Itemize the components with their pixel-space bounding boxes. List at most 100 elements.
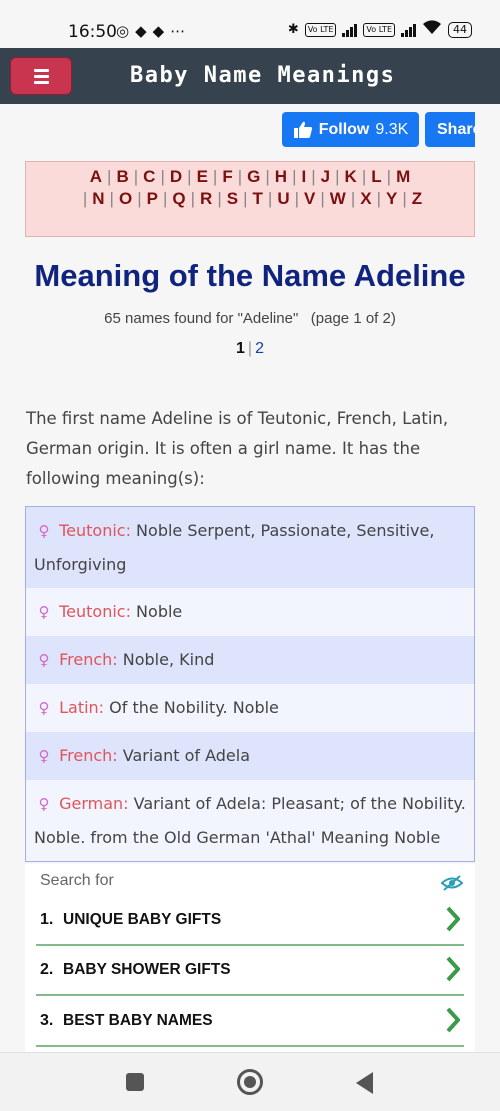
hamburger-menu-icon — [33, 68, 49, 72]
follow-label: Follow — [318, 120, 370, 138]
female-gender-icon: ♀ — [38, 603, 50, 621]
game-controller-icon: ◆ — [152, 22, 165, 40]
female-gender-icon: ♀ — [38, 522, 50, 540]
meaning-origin[interactable]: Teutonic: — [59, 521, 131, 540]
hide-eye-icon[interactable] — [441, 874, 463, 892]
alphabet-separator: | — [376, 189, 382, 208]
facebook-follow-button[interactable]: Follow 9.3K — [282, 112, 419, 147]
alphabet-link-l[interactable]: L — [371, 167, 381, 186]
more-dots-icon: ⋯ — [170, 22, 186, 40]
follow-count: 9.3K — [375, 120, 409, 138]
page-2-link[interactable]: 2 — [255, 340, 264, 357]
volte-badge: Vo LTE — [363, 22, 395, 37]
meanings-list: ♀ Teutonic: Noble Serpent, Passionate, S… — [25, 506, 475, 862]
alphabet-separator: | — [386, 167, 392, 186]
alphabet-link-k[interactable]: K — [345, 167, 357, 186]
meaning-row: ♀ French: Noble, Kind — [26, 636, 474, 684]
alphabet-link-y[interactable]: Y — [386, 189, 397, 208]
search-item-number: 1. — [40, 911, 54, 928]
alphabet-separator: | — [82, 189, 88, 208]
status-time: 16:50 — [68, 22, 117, 42]
bluetooth-icon: ✱ — [287, 22, 299, 37]
page-separator: | — [247, 340, 253, 357]
alphabet-separator: | — [109, 189, 114, 208]
chevron-right-icon — [446, 956, 460, 982]
search-for-label: Search for — [40, 872, 114, 889]
signal-icon — [401, 23, 416, 37]
android-nav-bar — [0, 1052, 500, 1111]
alphabet-link-c[interactable]: C — [143, 167, 155, 186]
alphabet-link-t[interactable]: T — [253, 189, 263, 208]
search-item-label: BABY SHOWER GIFTS — [63, 961, 231, 978]
meaning-row: ♀ Latin: Of the Nobility. Noble — [26, 684, 474, 732]
alphabet-link-n[interactable]: N — [92, 189, 104, 208]
back-button[interactable] — [356, 1072, 373, 1094]
meaning-text: Noble, Kind — [117, 650, 215, 669]
system-icons: ✱ Vo LTE Vo LTE 44 — [288, 20, 472, 39]
alphabet-separator: | — [133, 167, 139, 186]
site-title[interactable]: Baby Name Meanings — [130, 63, 395, 88]
alphabet-link-w[interactable]: W — [330, 189, 346, 208]
notification-icons: ◎ ◆ ◆ ⋯ — [116, 22, 185, 40]
search-item[interactable]: 2. BABY SHOWER GIFTS — [36, 946, 464, 996]
chevron-right-icon — [446, 906, 460, 932]
alphabet-link-s[interactable]: S — [227, 189, 238, 208]
alphabet-link-g[interactable]: G — [247, 167, 260, 186]
alphabet-link-o[interactable]: O — [119, 189, 132, 208]
meaning-origin[interactable]: Teutonic: — [59, 602, 131, 621]
meaning-origin[interactable]: German: — [59, 794, 128, 813]
results-summary: 65 names found for "Adeline" (page 1 of … — [0, 310, 500, 327]
alphabet-link-h[interactable]: H — [275, 167, 287, 186]
facebook-share-button[interactable]: Share — [425, 112, 475, 147]
alphabet-separator: | — [294, 189, 300, 208]
meaning-text: Variant of Adela — [117, 746, 251, 765]
female-gender-icon: ♀ — [38, 651, 50, 669]
alphabet-link-x[interactable]: X — [360, 189, 371, 208]
alphabet-separator: | — [137, 189, 142, 208]
alphabet-separator: | — [107, 167, 112, 186]
alphabet-link-j[interactable]: J — [321, 167, 330, 186]
meaning-origin[interactable]: French: — [59, 746, 118, 765]
alphabet-link-z[interactable]: Z — [412, 189, 422, 208]
alphabet-link-f[interactable]: F — [222, 167, 232, 186]
alphabet-link-r[interactable]: R — [200, 189, 212, 208]
alphabet-separator: | — [187, 167, 192, 186]
search-item[interactable]: 1. UNIQUE BABY GIFTS — [36, 896, 464, 946]
alphabet-separator: | — [162, 189, 168, 208]
alphabet-link-q[interactable]: Q — [172, 189, 185, 208]
page-1: 1 — [236, 340, 245, 357]
alphabet-link-b[interactable]: B — [116, 167, 128, 186]
alphabet-separator: | — [160, 167, 165, 186]
alphabet-link-p[interactable]: P — [147, 189, 158, 208]
home-button[interactable] — [237, 1069, 263, 1095]
menu-button[interactable] — [10, 57, 72, 95]
alphabet-link-a[interactable]: A — [90, 167, 102, 186]
whatsapp-icon: ◎ — [116, 22, 130, 40]
search-item-label: UNIQUE BABY GIFTS — [63, 911, 222, 928]
volte-badge: Vo LTE — [304, 22, 337, 37]
alphabet-link-m[interactable]: M — [396, 167, 410, 186]
chevron-right-icon — [446, 1007, 460, 1033]
female-gender-icon: ♀ — [38, 699, 50, 717]
alphabet-separator: | — [402, 189, 407, 208]
battery-icon: 44 — [448, 21, 472, 38]
pagination: 1 | 2 — [0, 340, 500, 358]
meaning-row: ♀ Teutonic: Noble Serpent, Passionate, S… — [26, 507, 474, 588]
search-for-box: Search for 1. UNIQUE BABY GIFTS 2. BABY SHO… — [25, 864, 475, 1054]
recent-apps-button[interactable] — [126, 1073, 144, 1091]
alphabet-link-u[interactable]: U — [277, 189, 289, 208]
alphabet-separator: | — [335, 167, 340, 186]
thumbs-up-icon — [293, 121, 312, 138]
alphabet-link-e[interactable]: E — [197, 167, 208, 186]
alphabet-link-v[interactable]: V — [304, 189, 315, 208]
alphabet-link-d[interactable]: D — [170, 167, 182, 186]
alphabet-separator: | — [243, 189, 248, 208]
search-item-number: 2. — [40, 961, 54, 978]
alphabet-separator: | — [292, 167, 297, 186]
alphabet-separator: | — [320, 189, 325, 208]
search-item[interactable]: 3. BEST BABY NAMES — [36, 997, 464, 1047]
alphabet-separator: | — [350, 189, 356, 208]
alphabet-separator: | — [267, 189, 273, 208]
meaning-origin[interactable]: French: — [59, 650, 118, 669]
meaning-origin[interactable]: Latin: — [59, 698, 104, 717]
